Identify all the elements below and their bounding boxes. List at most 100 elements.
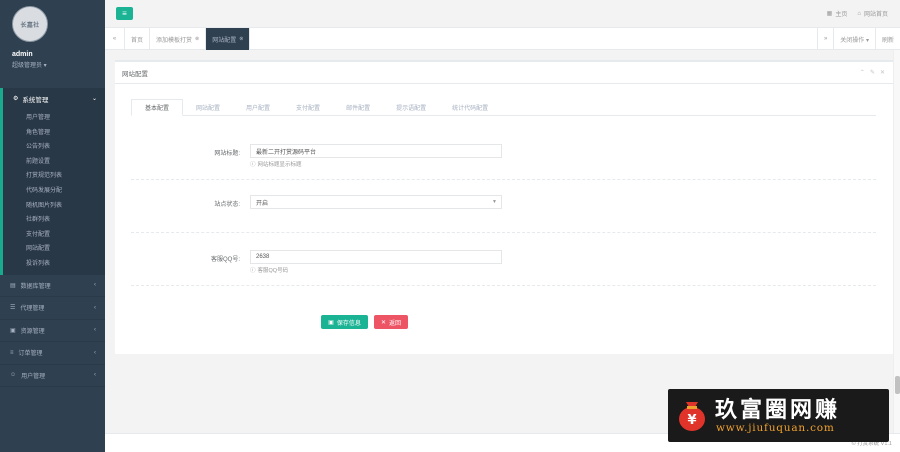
chevron-left-icon: ‹ bbox=[94, 349, 96, 356]
page-tabs: 首页 添加模板打赏 ⊗ 网站配置 ⊗ bbox=[125, 28, 251, 50]
profile: 长嘉社 admin 超级管理员 ▾ bbox=[0, 0, 105, 84]
close-icon: ✕ bbox=[380, 319, 386, 326]
tab-add-template[interactable]: 添加模板打赏 ⊗ bbox=[150, 28, 207, 50]
close-icon[interactable]: ⊗ bbox=[195, 36, 199, 42]
save-label: 保存信息 bbox=[336, 320, 361, 327]
tab-site-config[interactable]: 网站配置 ⊗ bbox=[206, 28, 251, 50]
avatar[interactable]: 长嘉社 bbox=[12, 6, 48, 42]
customer-qq-input[interactable]: 2638 bbox=[250, 250, 502, 264]
sub-nav-list: 用户管理 角色管理 公告列表 前题设置 打赏规范列表 代码发展分配 随机图片列表… bbox=[0, 109, 105, 275]
users-icon: ☰ bbox=[10, 305, 16, 312]
site-config-panel: 网站配置 ⌃ ✎ ✕ 基本配置 网站配置 用户配置 支付配置 邮件配置 提示语配… bbox=[115, 60, 893, 354]
chevron-left-icon: ‹ bbox=[94, 372, 96, 379]
help-text: 网站标题显示标题 bbox=[257, 162, 302, 168]
menu-toggle-button[interactable]: ≡ bbox=[116, 7, 133, 20]
sidebar-item-label: 数据库管理 bbox=[20, 283, 51, 290]
back-label: 返回 bbox=[389, 320, 402, 327]
sidebar: 长嘉社 admin 超级管理员 ▾ ⚙ 系统管理 ⌄ 用户管理 角色管理 公告列… bbox=[0, 0, 105, 452]
sidebar-item-resource[interactable]: ▣ 资源管理 ‹ bbox=[0, 320, 105, 343]
sub-nav-item[interactable]: 投诉列表 bbox=[3, 257, 105, 272]
sub-nav-item[interactable]: 公告列表 bbox=[3, 140, 105, 155]
divider bbox=[131, 179, 876, 180]
double-left-icon: « bbox=[112, 36, 117, 42]
page-tabs-bar: « 首页 添加模板打赏 ⊗ 网站配置 ⊗ » 关闭操作 ▾ 刷新 bbox=[105, 28, 900, 50]
sidebar-item-label: 资源管理 bbox=[20, 328, 45, 335]
divider bbox=[131, 285, 876, 286]
scroll-thumb[interactable] bbox=[895, 376, 900, 394]
tabs-prev-button[interactable]: « bbox=[105, 28, 125, 50]
gear-icon: ⚙ bbox=[13, 96, 19, 102]
nav-section-system[interactable]: ⚙ 系统管理 ⌄ bbox=[0, 88, 105, 109]
close-icon[interactable]: ⊗ bbox=[239, 36, 243, 42]
site-status-select[interactable]: 开启 ▼ bbox=[250, 195, 502, 209]
chevron-down-icon: ⌄ bbox=[91, 96, 97, 102]
home-link-label: 主页 bbox=[835, 12, 848, 18]
tabs-actions: » 关闭操作 ▾ 刷新 bbox=[816, 28, 900, 50]
sub-nav-item[interactable]: 支付配置 bbox=[3, 228, 105, 243]
sub-nav-item[interactable]: 打赏规范列表 bbox=[3, 169, 105, 184]
sidebar-item-agent[interactable]: ☰ 代理管理 ‹ bbox=[0, 297, 105, 320]
tab-home[interactable]: 首页 bbox=[125, 28, 151, 50]
sub-nav-item[interactable]: 网站配置 bbox=[3, 242, 105, 257]
tab-label: 网站配置 bbox=[212, 37, 237, 44]
customer-qq-label: 客服QQ号: bbox=[210, 257, 240, 263]
nav-section-label: 系统管理 bbox=[22, 96, 49, 104]
save-icon: ▣ bbox=[328, 319, 334, 326]
caret-down-icon: ▼ bbox=[492, 199, 497, 205]
user-name: admin bbox=[12, 51, 33, 58]
collapse-icon[interactable]: ⌃ bbox=[860, 69, 865, 76]
sub-nav-item[interactable]: 角色管理 bbox=[3, 126, 105, 141]
money-bag-icon: ¥ bbox=[679, 402, 705, 431]
form-tab-site[interactable]: 网站配置 bbox=[183, 99, 233, 116]
site-title-input[interactable]: 最新二开打赏源码平台 bbox=[250, 144, 502, 158]
scrollbar[interactable] bbox=[893, 50, 900, 433]
double-right-icon: » bbox=[823, 36, 828, 42]
tabs-next-button[interactable]: » bbox=[816, 28, 833, 50]
sidebar-item-order[interactable]: ≡ 订单管理 ‹ bbox=[0, 342, 105, 365]
folder-icon: ▣ bbox=[10, 327, 16, 334]
back-button[interactable]: ✕ 返回 bbox=[374, 315, 408, 329]
avatar-text: 长嘉社 bbox=[20, 22, 40, 29]
site-title-help: ⓘ 网站标题显示标题 bbox=[250, 160, 302, 168]
form-tab-user[interactable]: 用户配置 bbox=[233, 99, 283, 116]
site-home-link[interactable]: ⌂ 网站首页 bbox=[857, 9, 888, 19]
sub-nav-item[interactable]: 用户管理 bbox=[3, 111, 105, 126]
form-tab-analytics[interactable]: 统计代码配置 bbox=[439, 99, 501, 116]
sidebar-item-database[interactable]: ▤ 数据库管理 ‹ bbox=[0, 275, 105, 298]
form-tab-basic[interactable]: 基本配置 bbox=[131, 99, 184, 116]
chevron-left-icon: ‹ bbox=[94, 304, 96, 311]
sub-nav-item[interactable]: 前题设置 bbox=[3, 155, 105, 170]
home-link[interactable]: ▦ 主页 bbox=[827, 9, 848, 18]
chevron-left-icon: ‹ bbox=[94, 282, 96, 289]
save-button[interactable]: ▣ 保存信息 bbox=[321, 315, 368, 329]
info-icon: ⓘ bbox=[250, 268, 256, 274]
info-icon: ⓘ bbox=[250, 162, 256, 168]
sub-nav-item[interactable]: 社群列表 bbox=[3, 213, 105, 228]
refresh-button[interactable]: 刷新 bbox=[874, 28, 900, 50]
form-tab-email[interactable]: 邮件配置 bbox=[333, 99, 383, 116]
close-icon[interactable]: ✕ bbox=[880, 69, 885, 76]
wrench-icon[interactable]: ✎ bbox=[870, 69, 875, 76]
sub-nav-item[interactable]: 随机图片列表 bbox=[3, 199, 105, 214]
sidebar-item-user[interactable]: ☺ 用户管理 ‹ bbox=[0, 365, 105, 388]
select-value: 开启 bbox=[256, 200, 269, 207]
panel-tools: ⌃ ✎ ✕ bbox=[860, 69, 885, 76]
sidebar-item-label: 订单管理 bbox=[18, 351, 43, 358]
top-right-links: ▦ 主页 ⌂ 网站首页 bbox=[827, 9, 888, 19]
sub-nav-item[interactable]: 代码发展分配 bbox=[3, 184, 105, 199]
topbar: ≡ ▦ 主页 ⌂ 网站首页 bbox=[105, 0, 900, 28]
chevron-left-icon: ‹ bbox=[94, 327, 96, 334]
sidebar-item-label: 代理管理 bbox=[20, 306, 45, 313]
site-home-label: 网站首页 bbox=[863, 12, 888, 18]
customer-qq-help: ⓘ 客服QQ号码 bbox=[250, 266, 288, 274]
grid-icon: ▦ bbox=[826, 11, 833, 17]
user-role-dropdown[interactable]: 超级管理员 ▾ bbox=[12, 60, 47, 69]
form-tab-payment[interactable]: 支付配置 bbox=[283, 99, 333, 116]
form-tab-prompts[interactable]: 提示语配置 bbox=[383, 99, 439, 116]
database-icon: ▤ bbox=[10, 282, 16, 289]
panel-title: 网站配置 bbox=[115, 62, 893, 84]
home-icon: ⌂ bbox=[857, 10, 861, 17]
close-actions-dropdown[interactable]: 关闭操作 ▾ bbox=[833, 28, 875, 50]
list-icon: ≡ bbox=[10, 349, 14, 356]
form-tabs: 基本配置 网站配置 用户配置 支付配置 邮件配置 提示语配置 统计代码配置 bbox=[131, 99, 876, 116]
